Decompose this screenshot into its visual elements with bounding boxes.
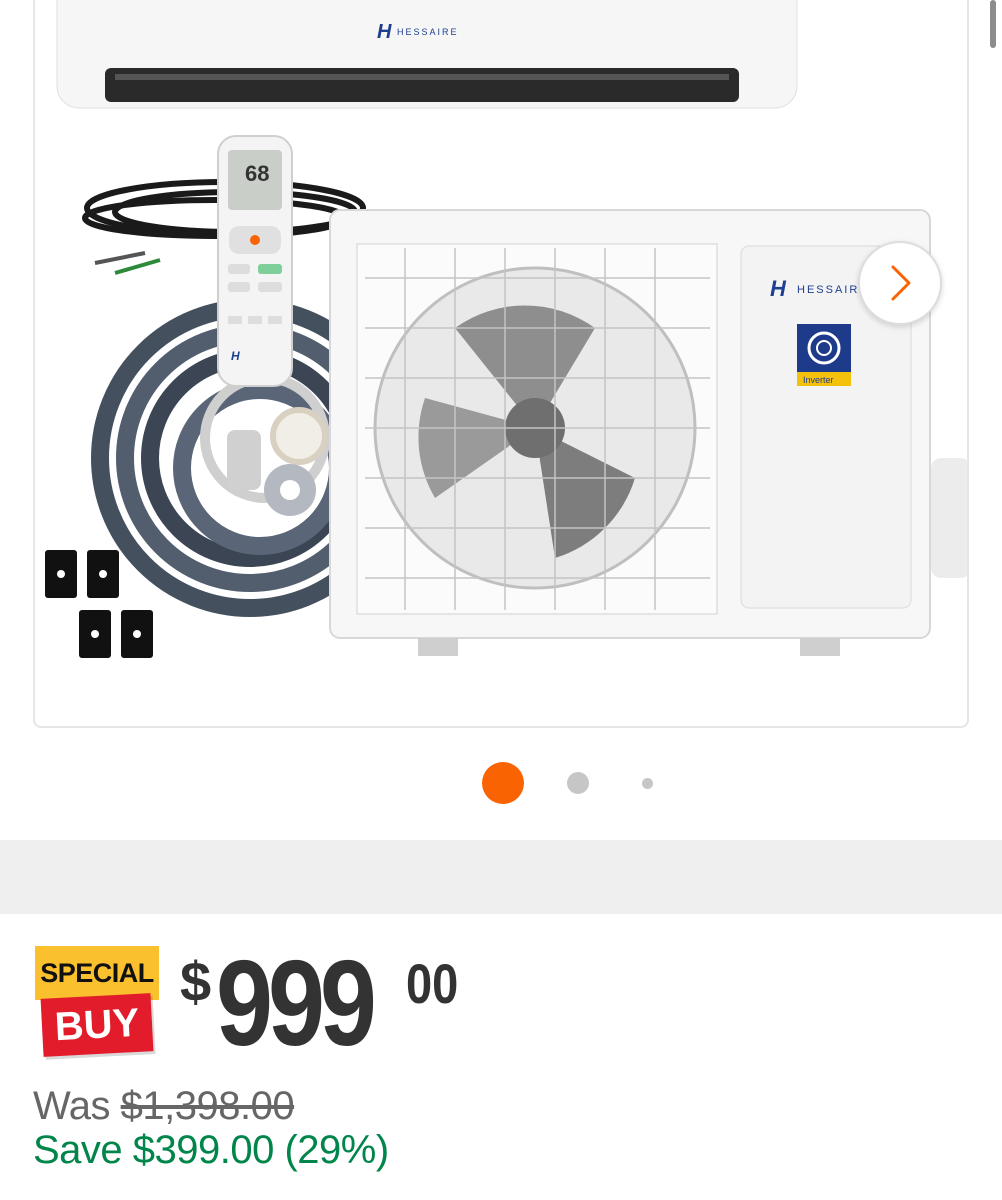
was-price: Was $1,398.00 xyxy=(33,1084,295,1128)
savings-text: Save $399.00 (29%) xyxy=(33,1128,389,1172)
was-price-value: $1,398.00 xyxy=(120,1084,295,1128)
carousel-next-button[interactable] xyxy=(858,241,942,325)
price-currency: $ xyxy=(180,950,212,1013)
svg-text:68: 68 xyxy=(245,161,269,186)
price-dollars: 999 xyxy=(216,935,377,1071)
indoor-unit: H HESSAIRE xyxy=(56,0,798,109)
carousel-pagination xyxy=(0,760,1002,804)
chevron-right-icon xyxy=(891,265,911,301)
carousel-dot[interactable] xyxy=(567,772,589,794)
svg-text:HESSAIRE: HESSAIRE xyxy=(397,27,459,37)
product-gallery: H HESSAIRE 68 H H HESSAIRE Inverter xyxy=(0,0,1002,840)
was-label: Was xyxy=(33,1084,111,1128)
badge-buy-label: BUY xyxy=(40,993,154,1057)
product-image[interactable]: H HESSAIRE 68 H H HESSAIRE Inverter xyxy=(33,0,969,728)
carousel-dot[interactable] xyxy=(642,778,653,789)
section-divider xyxy=(0,840,1002,914)
scrollbar-thumb[interactable] xyxy=(990,0,996,48)
remote-control: 68 H xyxy=(217,135,293,387)
svg-text:H: H xyxy=(377,21,392,43)
svg-text:H: H xyxy=(231,349,240,363)
badge-special-label: SPECIAL xyxy=(35,946,159,1000)
svg-text:H: H xyxy=(770,276,787,301)
price-cents: 00 xyxy=(406,952,459,1015)
price-section: SPECIAL BUY $ 999 00 Was $1,398.00 Save … xyxy=(0,914,1002,1200)
svg-text:Inverter: Inverter xyxy=(803,375,834,385)
carousel-dot-active[interactable] xyxy=(482,762,524,804)
air-conditioner-kit-image: H HESSAIRE 68 H H HESSAIRE Inverter xyxy=(45,0,967,658)
special-buy-badge: SPECIAL BUY xyxy=(35,946,163,1058)
